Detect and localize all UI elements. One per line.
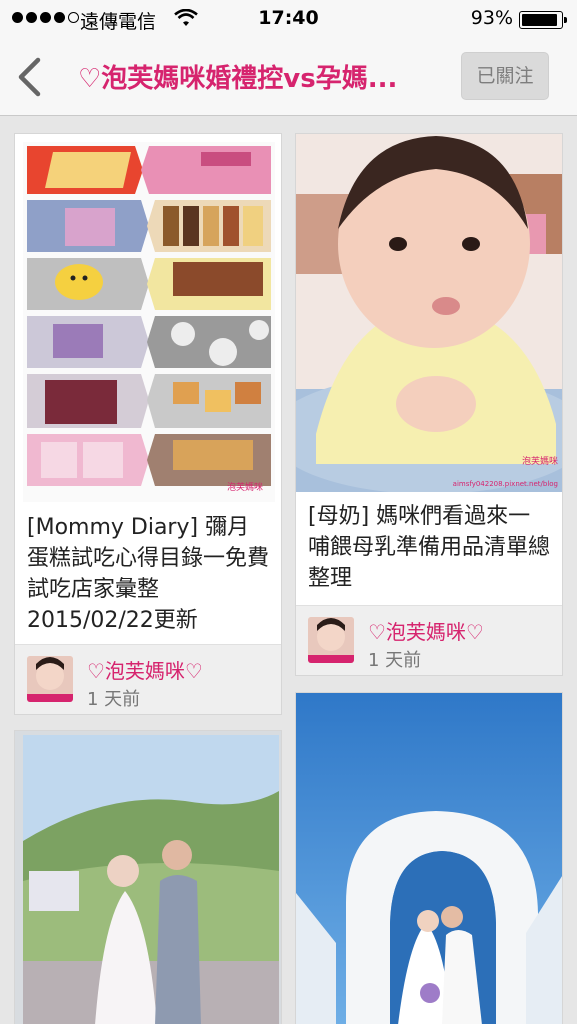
svg-text:泡芙媽咪: 泡芙媽咪: [522, 455, 558, 467]
battery-icon: [519, 11, 567, 29]
battery-percentage: 93%: [470, 7, 513, 29]
avatar[interactable]: [27, 656, 73, 702]
wedding-photo-arch-image: [296, 693, 562, 1024]
page-title: ♡泡芙媽咪婚禮控vs孕媽...: [78, 64, 398, 94]
post-card-wedding-garden[interactable]: [14, 730, 282, 1024]
chevron-left-icon: [18, 57, 41, 97]
author-name[interactable]: ♡泡芙媽咪♡: [368, 616, 484, 645]
status-bar: 遠傳電信 17:40 93%: [0, 0, 577, 38]
svg-text:泡芙媽咪: 泡芙媽咪: [227, 481, 263, 493]
baby-photo-image: 泡芙媽咪 aimsfy042208.pixnet.net/blog: [296, 134, 562, 494]
post-footer: ♡泡芙媽咪♡ 1 天前: [296, 605, 562, 675]
post-time: 1 天前: [87, 689, 141, 710]
image-watermark: aimsfy042208.pixnet.net/blog: [453, 480, 558, 488]
battery-level-fill: [522, 14, 558, 26]
post-footer: ♡泡芙媽咪♡ 1 天前: [15, 644, 281, 714]
post-time: 1 天前: [368, 650, 422, 671]
post-title[interactable]: [Mommy Diary] 彌月蛋糕試吃心得目錄一免費試吃店家彙整2015/02…: [27, 512, 271, 636]
post-card-breastfeeding[interactable]: 泡芙媽咪 aimsfy042208.pixnet.net/blog [母奶] 媽…: [295, 133, 563, 676]
author-name[interactable]: ♡泡芙媽咪♡: [87, 655, 203, 684]
wedding-photo-garden-image: [15, 731, 281, 1024]
navigation-bar: ♡泡芙媽咪婚禮控vs孕媽... 已關注: [0, 38, 577, 116]
follow-button[interactable]: 已關注: [461, 52, 549, 100]
post-card-wedding-arch[interactable]: [295, 692, 563, 1024]
back-button[interactable]: [12, 56, 52, 98]
avatar[interactable]: [308, 617, 354, 663]
post-card-mommy-diary[interactable]: 泡芙媽咪 [Mommy Diary] 彌月蛋糕試吃心得目錄一免費試吃店家彙整20…: [14, 133, 282, 715]
post-title[interactable]: [母奶] 媽咪們看過來一哺餵母乳準備用品清單總整理: [308, 501, 552, 594]
cake-collage-image: 泡芙媽咪: [23, 142, 275, 502]
